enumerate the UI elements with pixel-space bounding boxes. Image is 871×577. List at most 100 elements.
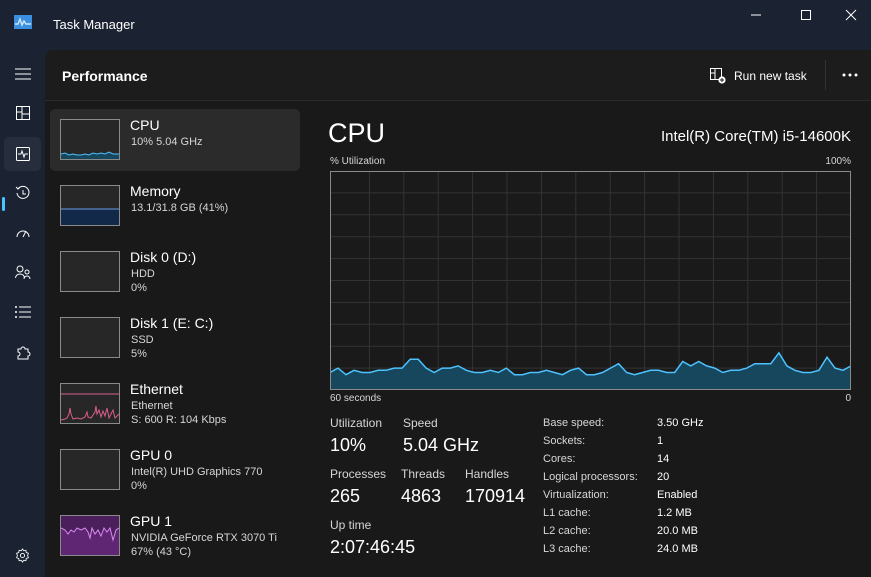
y-axis-max-label: 100% — [825, 156, 851, 167]
nav-item-processes[interactable] — [4, 96, 41, 130]
perf-item-gpu-name: NVIDIA GeForce RTX 3070 Ti — [131, 532, 277, 544]
nav-menu-button[interactable] — [4, 57, 41, 91]
spec-label: Logical processors: — [543, 471, 638, 483]
run-new-task-label: Run new task — [734, 69, 807, 83]
perf-item-type: SSD — [131, 334, 154, 346]
utilization-value: 10% — [330, 435, 367, 455]
perf-item-title: Memory — [130, 183, 181, 199]
perf-item-usage: 5% — [131, 348, 147, 360]
spec-label: Sockets: — [543, 435, 586, 447]
perf-item-title: Disk 1 (E: C:) — [130, 315, 214, 331]
nav-item-settings[interactable] — [4, 538, 41, 572]
nav-item-performance[interactable] — [4, 137, 41, 171]
spec-value: 24.0 MB — [657, 543, 698, 555]
spec-value: 20 — [657, 471, 670, 483]
perf-item-title: Disk 0 (D:) — [130, 249, 197, 265]
detail-title: CPU — [328, 118, 386, 148]
perf-item-title: CPU — [130, 117, 160, 133]
disk-1-thumbnail-graph — [60, 317, 120, 358]
close-icon — [845, 9, 857, 21]
processes-label: Processes — [330, 467, 387, 481]
perf-item-memory[interactable]: Memory 13.1/31.8 GB (41%) — [50, 175, 300, 237]
navigation-rail — [0, 50, 45, 577]
performance-resource-list: CPU 10% 5.04 GHz Memory 13.1/31.8 GB (41… — [50, 109, 300, 571]
speed-label: Speed — [403, 416, 438, 430]
close-button[interactable] — [828, 0, 871, 30]
perf-item-gpu-1[interactable]: GPU 1 NVIDIA GeForce RTX 3070 Ti 67% (43… — [50, 505, 300, 567]
x-axis-left-label: 60 seconds — [330, 393, 382, 404]
perf-item-detail: 10% 5.04 GHz — [131, 136, 203, 148]
grid-icon — [15, 106, 30, 120]
perf-item-disk-0[interactable]: Disk 0 (D:) HDD 0% — [50, 241, 300, 303]
perf-item-gpu-name: Intel(R) UHD Graphics 770 — [131, 466, 263, 478]
perf-item-gpu-0[interactable]: GPU 0 Intel(R) UHD Graphics 770 0% — [50, 439, 300, 501]
perf-item-type: HDD — [131, 268, 155, 280]
gear-icon — [16, 547, 29, 563]
ethernet-thumbnail-graph — [60, 383, 120, 424]
puzzle-icon — [17, 346, 30, 360]
cpu-thumbnail-graph — [60, 119, 120, 160]
gpu-0-thumbnail-graph — [60, 449, 120, 490]
x-axis-right-label: 0 — [845, 393, 851, 404]
perf-item-detail: 13.1/31.8 GB (41%) — [131, 202, 229, 214]
page-title: Performance — [62, 68, 148, 84]
spec-label: L2 cache: — [543, 525, 591, 537]
performance-icon — [15, 147, 30, 161]
list-icon — [14, 306, 31, 318]
perf-item-usage: 0% — [131, 282, 147, 294]
utilization-label: Utilization — [330, 416, 383, 430]
main-content: Performance Run new task CPU 10% 5.04 GH… — [45, 50, 871, 577]
handles-value: 170914 — [465, 486, 526, 506]
maximize-icon — [801, 10, 811, 20]
perf-item-title: Ethernet — [130, 381, 183, 397]
perf-item-usage: 0% — [131, 480, 147, 492]
spec-label: Base speed: — [543, 417, 605, 429]
perf-item-disk-1[interactable]: Disk 1 (E: C:) SSD 5% — [50, 307, 300, 369]
perf-item-ethernet[interactable]: Ethernet Ethernet S: 600 R: 104 Kbps — [50, 373, 300, 435]
y-axis-label: % Utilization — [330, 156, 386, 167]
spec-label: L3 cache: — [543, 543, 591, 555]
window-title: Task Manager — [53, 17, 135, 32]
processes-value: 265 — [330, 486, 361, 506]
spec-value: 1 — [657, 435, 664, 447]
spec-value: 1.2 MB — [657, 507, 692, 519]
perf-item-cpu[interactable]: CPU 10% 5.04 GHz — [50, 109, 300, 171]
spec-label: Virtualization: — [543, 489, 609, 501]
disk-0-thumbnail-graph — [60, 251, 120, 292]
uptime-label: Up time — [330, 518, 372, 532]
cpu-utilization-graph — [330, 171, 851, 390]
spec-label: Cores: — [543, 453, 576, 465]
more-icon — [842, 73, 858, 77]
threads-value: 4863 — [401, 486, 442, 506]
perf-item-throughput: S: 600 R: 104 Kbps — [131, 414, 227, 426]
perf-item-title: GPU 1 — [130, 513, 173, 529]
perf-item-adapter: Ethernet — [131, 400, 173, 412]
perf-item-usage: 67% (43 °C) — [131, 546, 192, 558]
task-manager-logo-icon — [14, 15, 32, 29]
cpu-model-name: Intel(R) Core(TM) i5-14600K — [660, 128, 851, 145]
uptime-value: 2:07:46:45 — [330, 537, 416, 557]
spec-value: 3.50 GHz — [657, 417, 704, 429]
run-new-task-button[interactable]: Run new task — [710, 65, 807, 87]
perf-item-title: GPU 0 — [130, 447, 173, 463]
speedometer-icon — [16, 230, 29, 238]
run-new-task-icon — [710, 68, 726, 84]
nav-item-users[interactable] — [4, 255, 41, 289]
more-options-button[interactable] — [837, 64, 863, 86]
minimize-icon — [751, 14, 761, 16]
spec-label: L1 cache: — [543, 507, 591, 519]
nav-item-details[interactable] — [4, 295, 41, 329]
handles-label: Handles — [465, 467, 510, 481]
page-header: Performance Run new task — [45, 50, 871, 101]
nav-item-startup-apps[interactable] — [4, 216, 41, 250]
minimize-button[interactable] — [733, 0, 779, 30]
header-divider — [825, 60, 826, 90]
memory-thumbnail-graph — [60, 185, 120, 226]
speed-value: 5.04 GHz — [403, 435, 480, 455]
spec-value: 14 — [657, 453, 670, 465]
nav-item-app-history[interactable] — [4, 176, 41, 210]
maximize-button[interactable] — [783, 0, 829, 30]
gpu-1-thumbnail-graph — [60, 515, 120, 556]
nav-item-services[interactable] — [4, 336, 41, 370]
users-icon — [14, 265, 30, 280]
